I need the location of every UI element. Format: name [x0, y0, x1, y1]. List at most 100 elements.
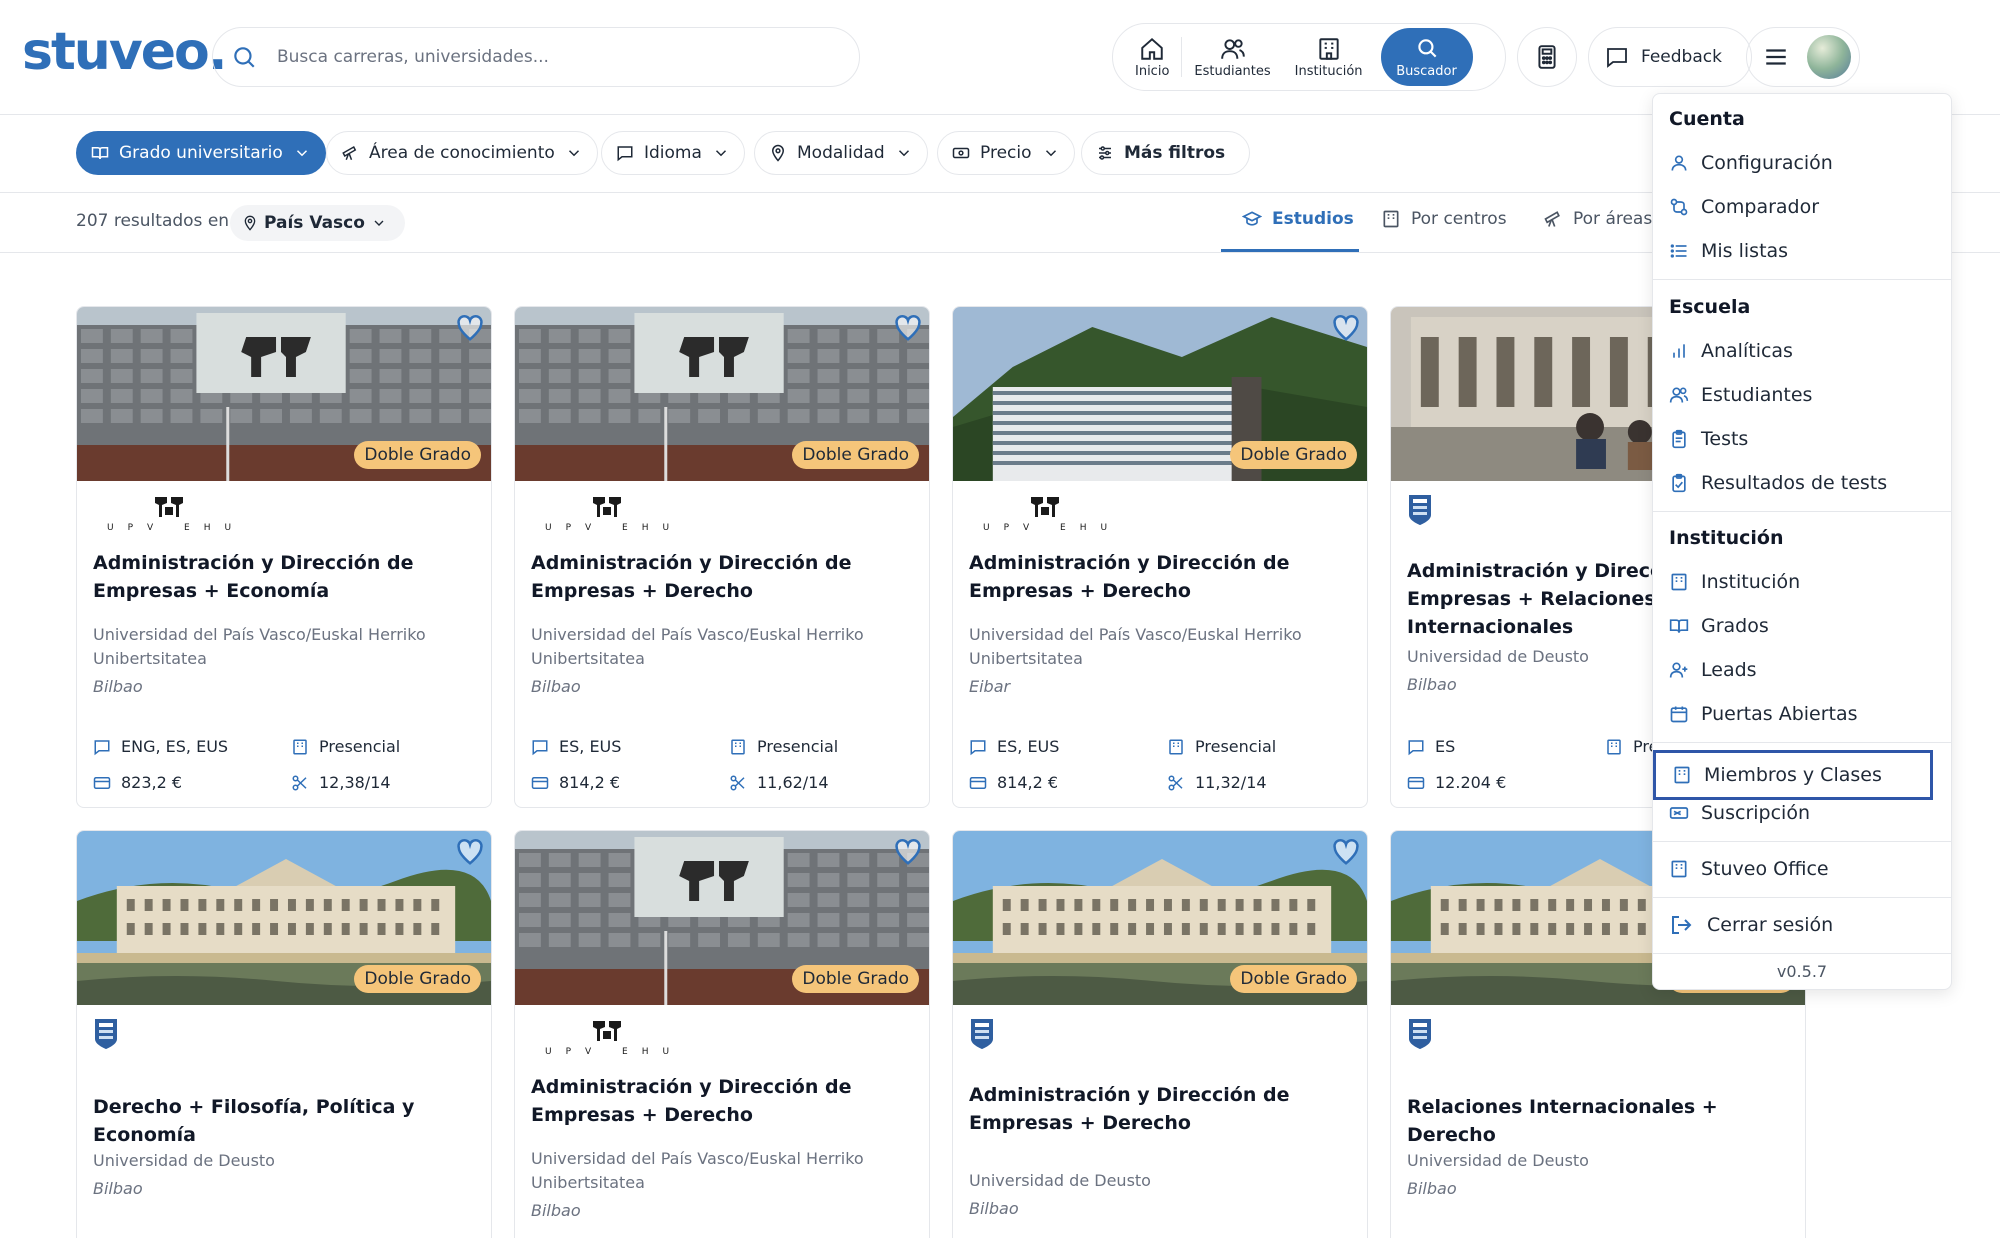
tab-por-areas[interactable]: Por áreas: [1543, 209, 1652, 229]
menu-puertas-abiertas[interactable]: Puertas Abiertas: [1669, 694, 1929, 734]
card-title[interactable]: Administración y Dirección de Empresas +…: [969, 1081, 1353, 1137]
card-mode-text: Presencial: [319, 737, 401, 756]
card-mode-text: Presencial: [1195, 737, 1277, 756]
scissors-icon: [292, 775, 307, 790]
nav-institucion[interactable]: Institución: [1283, 28, 1375, 86]
graduation-cap-icon: [1242, 211, 1262, 226]
card-title[interactable]: Administración y Dirección de Empresas +…: [969, 549, 1353, 605]
filter-idioma[interactable]: Idioma: [601, 131, 745, 175]
filter-precio[interactable]: Precio: [937, 131, 1075, 175]
filter-idioma-label: Idioma: [644, 143, 702, 163]
menu-estudiantes[interactable]: Estudiantes: [1669, 375, 1929, 415]
tab-estudios[interactable]: Estudios: [1242, 209, 1354, 229]
menu-estudiantes-label: Estudiantes: [1701, 384, 1813, 406]
result-card[interactable]: Doble Grado UPV EHU Administración y Dir…: [514, 306, 930, 808]
card-university: Universidad de Deusto: [1407, 1151, 1589, 1170]
card-image[interactable]: Doble Grado: [77, 831, 491, 1005]
menu-analiticas[interactable]: Analíticas: [1669, 331, 1929, 371]
filter-modalidad[interactable]: Modalidad: [754, 131, 928, 175]
heart-icon[interactable]: [893, 837, 923, 867]
card-title[interactable]: Administración y Dirección de Empresas +…: [93, 549, 477, 605]
card-title[interactable]: Administración y Dirección de Empresas +…: [531, 1073, 915, 1129]
tab-por-centros[interactable]: Por centros: [1381, 209, 1507, 229]
card-university: Universidad del País Vasco/Euskal Herrik…: [93, 625, 426, 668]
result-card[interactable]: Doble Grado Administración y Dirección d…: [952, 830, 1368, 1238]
region-selector[interactable]: País Vasco: [230, 205, 405, 241]
card-mode: Presencial: [729, 737, 838, 756]
heart-icon[interactable]: [455, 837, 485, 867]
heart-icon[interactable]: [455, 313, 485, 343]
menu-suscripcion[interactable]: Suscripción: [1669, 793, 1929, 833]
card-languages: ES: [1407, 737, 1455, 756]
card-languages-text: ES, EUS: [559, 737, 622, 756]
nav-buscador[interactable]: Buscador: [1380, 28, 1473, 86]
menu-divider: [1653, 953, 1951, 954]
result-card[interactable]: Doble Grado UPV EHU Administración y Dir…: [514, 830, 930, 1238]
menu-cerrar-sesion[interactable]: Cerrar sesión: [1669, 905, 1929, 945]
filter-area[interactable]: Área de conocimiento: [326, 131, 598, 175]
feedback-button[interactable]: Feedback: [1588, 27, 1752, 87]
calculator-button[interactable]: [1517, 27, 1577, 87]
card-grade-text: 11,62/14: [757, 773, 829, 792]
card-image[interactable]: Doble Grado: [77, 307, 491, 481]
search-input[interactable]: [277, 47, 837, 67]
search-bar[interactable]: [212, 27, 860, 87]
users-icon: [1669, 387, 1689, 403]
chevron-down-icon: [1045, 150, 1056, 157]
card-title[interactable]: Administración y Dirección de Empresas +…: [531, 549, 915, 605]
menu-leads-label: Leads: [1701, 659, 1757, 681]
building-icon: [1674, 766, 1690, 784]
filter-grado[interactable]: Grado universitario: [76, 131, 326, 175]
card-image[interactable]: Doble Grado: [953, 831, 1367, 1005]
menu-grados[interactable]: Grados: [1669, 606, 1929, 646]
result-card[interactable]: Doble Grado UPV EHU Administración y Dir…: [952, 306, 1368, 808]
message-icon: [532, 739, 548, 755]
stuveo-logo[interactable]: stuveo.: [22, 22, 227, 82]
hamburger-icon: [1766, 49, 1786, 65]
menu-configuracion[interactable]: Configuración: [1669, 143, 1929, 183]
card-city: Eibar: [969, 677, 1011, 696]
card-university: Universidad del País Vasco/Euskal Herrik…: [531, 625, 864, 668]
user-menu-button[interactable]: [1746, 27, 1860, 87]
menu-mis-listas[interactable]: Mis listas: [1669, 231, 1929, 271]
building-icon: [1169, 739, 1183, 754]
credit-card-icon: [93, 776, 111, 789]
menu-institucion[interactable]: Institución: [1669, 562, 1929, 602]
menu-puertas-abiertas-label: Puertas Abiertas: [1701, 703, 1858, 725]
building-icon: [1671, 860, 1687, 878]
card-title[interactable]: Relaciones Internacionales + Derecho: [1407, 1093, 1791, 1149]
card-city: Bilbao: [93, 677, 143, 696]
chevron-down-icon: [374, 220, 384, 226]
nav-estudiantes[interactable]: Estudiantes: [1182, 28, 1282, 86]
card-grade: 11,32/14: [1167, 773, 1267, 792]
filter-mas-filtros[interactable]: Más filtros: [1081, 131, 1251, 175]
menu-leads[interactable]: Leads: [1669, 650, 1929, 690]
avatar[interactable]: [1807, 35, 1851, 79]
menu-tests[interactable]: Tests: [1669, 419, 1929, 459]
card-price-text: 823,2 €: [121, 773, 183, 792]
menu-stuveo-office-label: Stuveo Office: [1701, 858, 1829, 880]
heart-icon[interactable]: [893, 313, 923, 343]
double-degree-badge: Doble Grado: [792, 965, 919, 993]
tab-estudios-label: Estudios: [1272, 209, 1354, 229]
heart-icon[interactable]: [1331, 313, 1361, 343]
nav-inicio[interactable]: Inicio: [1123, 28, 1181, 86]
result-card[interactable]: Doble Grado Derecho + Filosofía, Polític…: [76, 830, 492, 1238]
card-image[interactable]: Doble Grado: [953, 307, 1367, 481]
menu-divider: [1653, 742, 1951, 743]
bar-chart-icon: [1673, 344, 1685, 358]
menu-mis-listas-label: Mis listas: [1701, 240, 1789, 262]
result-card[interactable]: Doble Grado UPV EHU Administración y Dir…: [76, 306, 492, 808]
card-image[interactable]: Doble Grado: [515, 307, 929, 481]
menu-divider: [1653, 841, 1951, 842]
menu-stuveo-office[interactable]: Stuveo Office: [1669, 849, 1929, 889]
card-image[interactable]: Doble Grado: [515, 831, 929, 1005]
menu-resultados-tests[interactable]: Resultados de tests: [1669, 463, 1929, 503]
card-title[interactable]: Derecho + Filosofía, Política y Economía: [93, 1093, 477, 1149]
heart-icon[interactable]: [1331, 837, 1361, 867]
card-languages: ES, EUS: [969, 737, 1059, 756]
menu-comparador[interactable]: Comparador: [1669, 187, 1929, 227]
credit-card-icon: [969, 776, 987, 789]
section-institucion: Institución: [1669, 527, 1784, 549]
menu-configuracion-label: Configuración: [1701, 152, 1833, 174]
